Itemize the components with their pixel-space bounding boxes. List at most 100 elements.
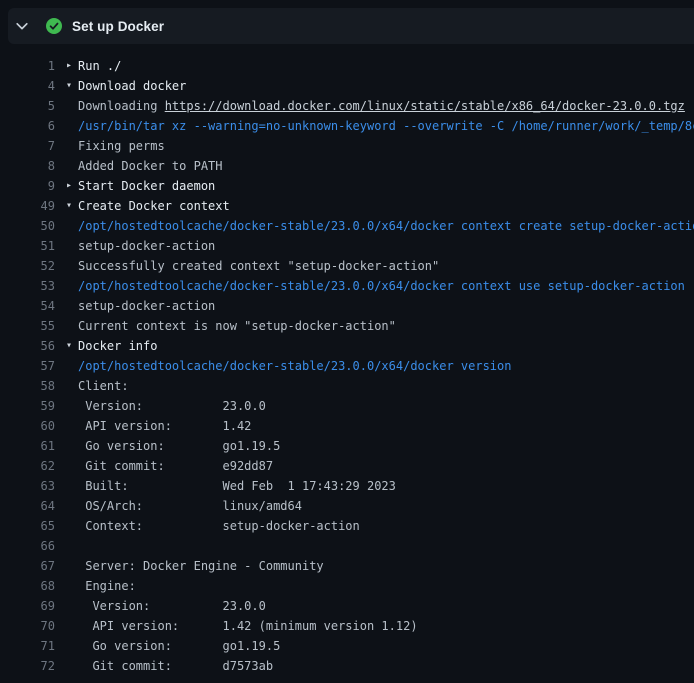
log-text: setup-docker-action xyxy=(78,296,215,316)
log-text: /usr/bin/tar xz --warning=no-unknown-key… xyxy=(78,116,694,136)
group-toggle-icon xyxy=(66,356,78,376)
group-toggle-icon xyxy=(66,636,78,656)
log-text-segment: setup-docker-action xyxy=(78,299,215,313)
log-text-segment: Successfully created context "setup-dock… xyxy=(78,259,439,273)
log-text: Version: 23.0.0 xyxy=(78,596,266,616)
log-text: API version: 1.42 xyxy=(78,416,251,436)
group-toggle-icon xyxy=(66,556,78,576)
line-number[interactable]: 72 xyxy=(0,656,55,676)
group-toggle-icon xyxy=(66,596,78,616)
log-line: 49 ▾ Create Docker context xyxy=(0,196,694,216)
log-text-segment: Create Docker context xyxy=(78,199,230,213)
log-area: 1 ▸ Run ./ 4 ▾ Download docker 5 Downloa… xyxy=(0,44,694,676)
group-expanded-icon[interactable]: ▾ xyxy=(66,76,78,96)
log-line: 5 Downloading https://download.docker.co… xyxy=(0,96,694,116)
log-line: 62 Git commit: e92dd87 xyxy=(0,456,694,476)
log-text: /opt/hostedtoolcache/docker-stable/23.0.… xyxy=(78,356,511,376)
log-text-segment: Version: 23.0.0 xyxy=(78,399,266,413)
line-number[interactable]: 7 xyxy=(0,136,55,156)
log-text: Client: xyxy=(78,376,129,396)
line-number[interactable]: 53 xyxy=(0,276,55,296)
log-text-segment: Git commit: e92dd87 xyxy=(78,459,273,473)
log-line: 66 xyxy=(0,536,694,556)
log-line: 53 /opt/hostedtoolcache/docker-stable/23… xyxy=(0,276,694,296)
group-collapsed-icon[interactable]: ▸ xyxy=(66,56,78,76)
line-number[interactable]: 62 xyxy=(0,456,55,476)
group-expanded-icon[interactable]: ▾ xyxy=(66,336,78,356)
chevron-down-icon[interactable] xyxy=(14,18,30,34)
log-line: 54 setup-docker-action xyxy=(0,296,694,316)
line-number[interactable]: 69 xyxy=(0,596,55,616)
log-line: 52 Successfully created context "setup-d… xyxy=(0,256,694,276)
line-number[interactable]: 5 xyxy=(0,96,55,116)
line-number[interactable]: 61 xyxy=(0,436,55,456)
log-text: /opt/hostedtoolcache/docker-stable/23.0.… xyxy=(78,216,694,236)
log-text-segment: Start Docker daemon xyxy=(78,179,215,193)
line-number[interactable]: 52 xyxy=(0,256,55,276)
group-toggle-icon xyxy=(66,376,78,396)
line-number[interactable]: 49 xyxy=(0,196,55,216)
log-text-segment: /opt/hostedtoolcache/docker-stable/23.0.… xyxy=(78,219,694,233)
line-number[interactable]: 1 xyxy=(0,56,55,76)
line-number[interactable]: 63 xyxy=(0,476,55,496)
log-text-segment: Added Docker to PATH xyxy=(78,159,223,173)
step-header[interactable]: Set up Docker xyxy=(8,8,694,44)
line-number[interactable]: 51 xyxy=(0,236,55,256)
log-text: Fixing perms xyxy=(78,136,165,156)
log-line: 60 API version: 1.42 xyxy=(0,416,694,436)
line-number[interactable]: 71 xyxy=(0,636,55,656)
group-toggle-icon xyxy=(66,436,78,456)
group-toggle-icon xyxy=(66,96,78,116)
line-number[interactable]: 64 xyxy=(0,496,55,516)
log-text: Current context is now "setup-docker-act… xyxy=(78,316,396,336)
log-text: Create Docker context xyxy=(78,196,230,216)
line-number[interactable]: 56 xyxy=(0,336,55,356)
group-toggle-icon xyxy=(66,416,78,436)
group-collapsed-icon[interactable]: ▸ xyxy=(66,176,78,196)
line-number[interactable]: 57 xyxy=(0,356,55,376)
line-number[interactable]: 4 xyxy=(0,76,55,96)
log-text: Version: 23.0.0 xyxy=(78,396,266,416)
group-expanded-icon[interactable]: ▾ xyxy=(66,196,78,216)
line-number[interactable]: 68 xyxy=(0,576,55,596)
line-number[interactable]: 55 xyxy=(0,316,55,336)
line-number[interactable]: 70 xyxy=(0,616,55,636)
log-text-segment: Version: 23.0.0 xyxy=(78,599,266,613)
group-toggle-icon xyxy=(66,576,78,596)
log-line: 1 ▸ Run ./ xyxy=(0,56,694,76)
log-line: 7 Fixing perms xyxy=(0,136,694,156)
line-number[interactable]: 60 xyxy=(0,416,55,436)
log-text-segment: Client: xyxy=(78,379,129,393)
log-text-segment: /usr/bin/tar xz --warning=no-unknown-key… xyxy=(78,119,694,133)
line-number[interactable]: 9 xyxy=(0,176,55,196)
group-toggle-icon xyxy=(66,296,78,316)
step-title: Set up Docker xyxy=(72,19,164,34)
line-number[interactable]: 58 xyxy=(0,376,55,396)
log-text: Context: setup-docker-action xyxy=(78,516,360,536)
line-number[interactable]: 6 xyxy=(0,116,55,136)
group-toggle-icon xyxy=(66,276,78,296)
log-line: 71 Go version: go1.19.5 xyxy=(0,636,694,656)
log-line: 72 Git commit: d7573ab xyxy=(0,656,694,676)
line-number[interactable]: 50 xyxy=(0,216,55,236)
line-number[interactable]: 65 xyxy=(0,516,55,536)
log-text-segment: Docker info xyxy=(78,339,157,353)
line-number[interactable]: 67 xyxy=(0,556,55,576)
log-text: API version: 1.42 (minimum version 1.12) xyxy=(78,616,418,636)
log-line: 57 /opt/hostedtoolcache/docker-stable/23… xyxy=(0,356,694,376)
line-number[interactable]: 8 xyxy=(0,156,55,176)
log-text: OS/Arch: linux/amd64 xyxy=(78,496,302,516)
line-number[interactable]: 54 xyxy=(0,296,55,316)
line-number[interactable]: 66 xyxy=(0,536,55,556)
log-text-segment: API version: 1.42 (minimum version 1.12) xyxy=(78,619,418,633)
log-text: Run ./ xyxy=(78,56,121,76)
log-line: 61 Go version: go1.19.5 xyxy=(0,436,694,456)
log-line: 67 Server: Docker Engine - Community xyxy=(0,556,694,576)
group-toggle-icon xyxy=(66,476,78,496)
line-number[interactable]: 59 xyxy=(0,396,55,416)
log-line: 64 OS/Arch: linux/amd64 xyxy=(0,496,694,516)
log-link[interactable]: https://download.docker.com/linux/static… xyxy=(165,99,685,113)
group-toggle-icon xyxy=(66,316,78,336)
group-toggle-icon xyxy=(66,136,78,156)
log-text: Git commit: e92dd87 xyxy=(78,456,273,476)
